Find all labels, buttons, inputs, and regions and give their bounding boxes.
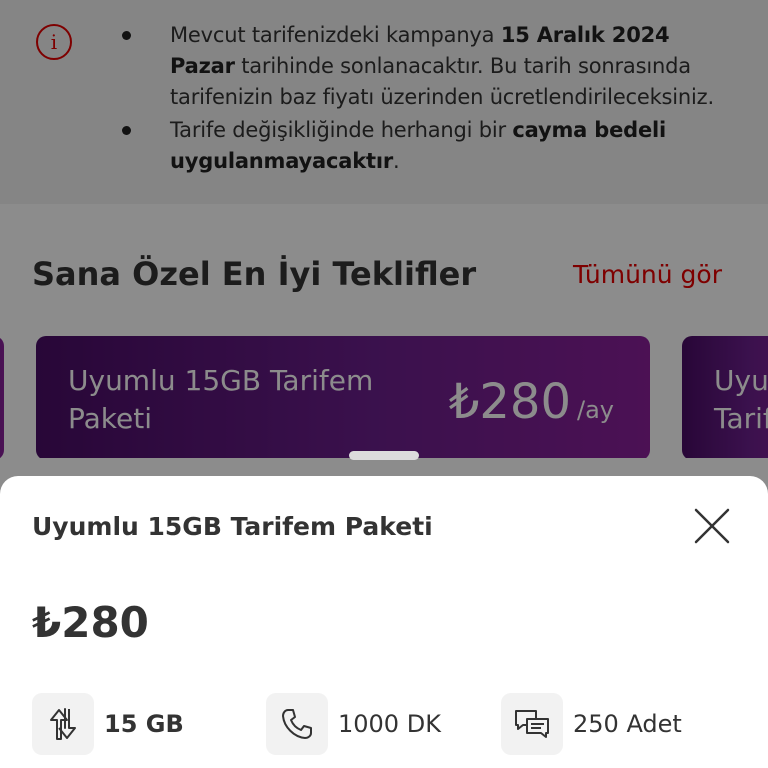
close-button[interactable]	[692, 506, 732, 546]
sheet-title: Uyumlu 15GB Tarifem Paketi	[32, 512, 433, 541]
feature-sms: 250 Adet	[501, 692, 682, 756]
feature-data-label: 15 GB	[104, 710, 184, 738]
close-icon	[694, 508, 730, 544]
package-detail-sheet: Uyumlu 15GB Tarifem Paketi ₺280 15 GB 10…	[0, 476, 768, 768]
sheet-drag-handle[interactable]	[349, 451, 419, 460]
message-icon	[501, 693, 563, 755]
sheet-price: ₺280	[32, 598, 149, 647]
feature-sms-label: 250 Adet	[573, 710, 682, 738]
phone-icon	[266, 693, 328, 755]
data-transfer-icon	[32, 693, 94, 755]
feature-minutes: 1000 DK	[266, 692, 441, 756]
feature-minutes-label: 1000 DK	[338, 710, 441, 738]
feature-data: 15 GB	[32, 692, 184, 756]
